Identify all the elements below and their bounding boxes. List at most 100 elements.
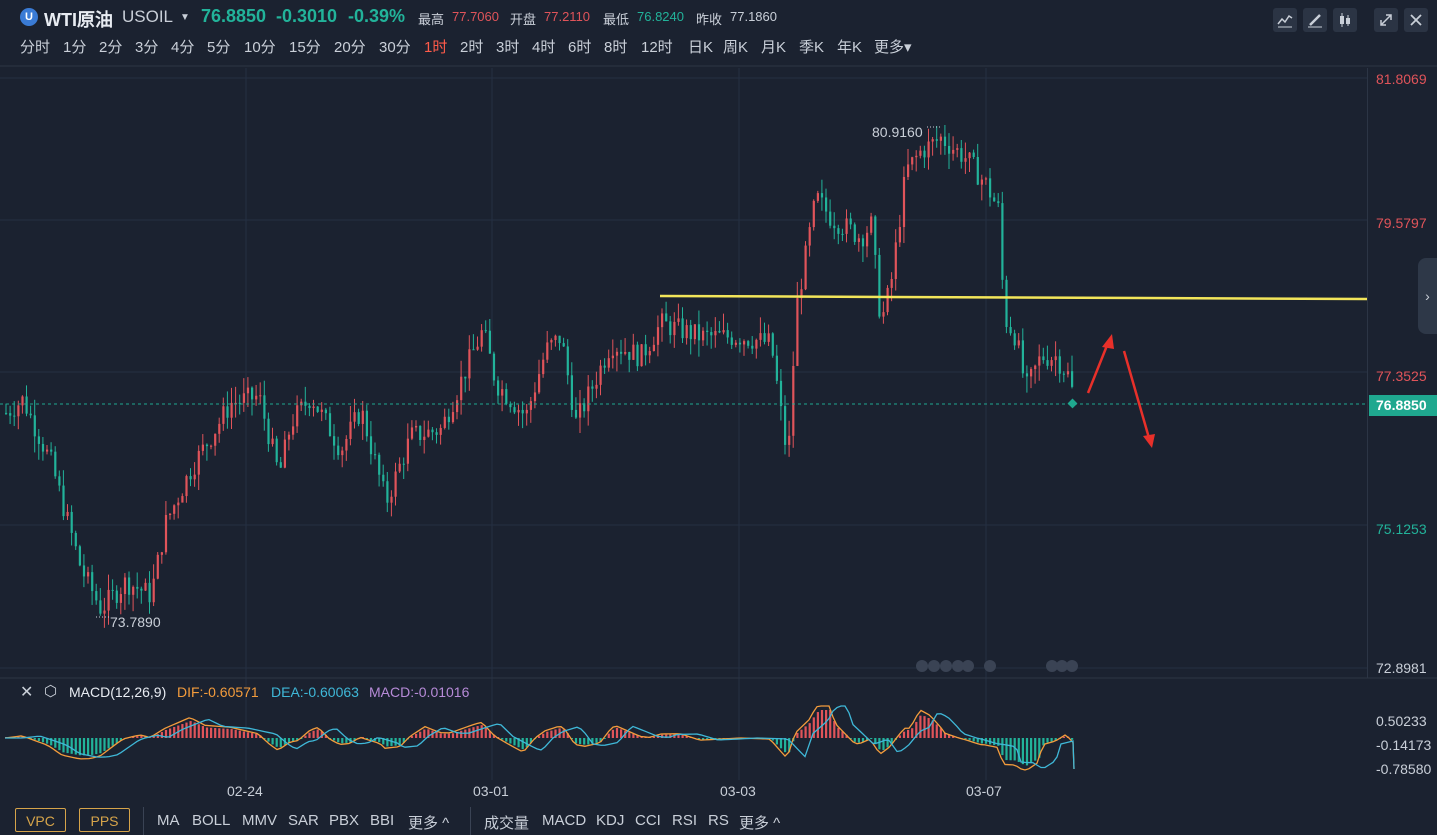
candle-body <box>41 443 45 452</box>
timeframe-19[interactable]: 月K <box>761 36 786 57</box>
pps-button[interactable]: PPS <box>79 808 130 832</box>
macd-bar <box>722 738 725 739</box>
timeframe-12[interactable]: 3时 <box>496 36 519 57</box>
candle-body <box>246 387 250 394</box>
candle-body <box>218 423 221 434</box>
candle-body <box>386 481 389 503</box>
timeframe-22[interactable]: 更多▾ <box>874 36 912 57</box>
macd-bar <box>476 726 479 738</box>
close-indicator-icon[interactable]: ✕ <box>20 682 33 702</box>
macd-bar <box>201 726 204 738</box>
timeframe-0[interactable]: 分时 <box>20 36 50 57</box>
candle-body <box>242 393 245 403</box>
sub-indicator-4[interactable]: RSI <box>672 812 697 829</box>
sub-indicator-5[interactable]: RS <box>708 812 729 829</box>
timeframe-10[interactable]: 1时 <box>424 36 447 57</box>
timeframe-20[interactable]: 季K <box>799 36 824 57</box>
candle-body <box>357 412 360 424</box>
expand-icon[interactable] <box>1374 8 1398 32</box>
candle-body <box>964 158 967 162</box>
sub-indicator-3[interactable]: CCI <box>635 812 661 829</box>
candle-body <box>13 415 16 417</box>
indicator-4[interactable]: PBX <box>329 812 359 829</box>
indicator-3[interactable]: SAR <box>288 812 319 829</box>
indicator-2[interactable]: MMV <box>242 812 277 829</box>
indicator-0[interactable]: MA <box>157 812 180 829</box>
timeframe-1[interactable]: 1分 <box>63 36 86 57</box>
sub-indicator-6[interactable]: 更多 ^ <box>739 812 780 833</box>
draw-pen-icon[interactable] <box>1303 8 1327 32</box>
macd-bar <box>144 736 147 738</box>
timeframe-21[interactable]: 年K <box>837 36 862 57</box>
candlestick-chart[interactable] <box>0 0 1437 835</box>
macd-bar <box>669 734 672 738</box>
line-chart-icon[interactable] <box>1273 8 1297 32</box>
side-panel-toggle-icon[interactable]: › <box>1418 258 1437 334</box>
sub-indicator-2[interactable]: KDJ <box>596 812 624 829</box>
settings-icon[interactable]: ⬡ <box>44 682 57 700</box>
macd-bar <box>1001 738 1004 756</box>
macd-bar <box>685 735 688 738</box>
timeframe-17[interactable]: 日K <box>688 36 713 57</box>
candle-body <box>948 145 951 154</box>
vpc-button[interactable]: VPC <box>15 808 66 832</box>
indicator-5[interactable]: BBI <box>370 812 394 829</box>
timeframe-2[interactable]: 2分 <box>99 36 122 57</box>
candle-body <box>1025 373 1029 377</box>
timeframe-5[interactable]: 5分 <box>207 36 230 57</box>
indicator-bar: VPC PPS MA BOLL MMV SAR PBX BBI 更多 ^ 成交量 MACD KD… <box>0 803 1437 835</box>
timeframe-16[interactable]: 12时 <box>641 36 673 57</box>
macd-bar <box>21 736 24 738</box>
prev-close-label: 昨收 <box>696 12 723 27</box>
sub-indicator-1[interactable]: MACD <box>542 812 586 829</box>
indicator-1[interactable]: BOLL <box>192 812 230 829</box>
candle-body <box>538 374 541 393</box>
timeframe-13[interactable]: 4时 <box>532 36 555 57</box>
timeframe-15[interactable]: 8时 <box>604 36 627 57</box>
macd-bar <box>501 738 504 740</box>
macd-bar <box>488 731 491 738</box>
candle-body <box>365 410 368 437</box>
timeframe-14[interactable]: 6时 <box>568 36 591 57</box>
macd-bar <box>58 738 61 751</box>
candlestick-icon[interactable] <box>1333 8 1357 32</box>
candle-body <box>640 344 643 367</box>
timeframe-7[interactable]: 15分 <box>289 36 321 57</box>
candle-body <box>825 197 828 212</box>
timeframe-6[interactable]: 10分 <box>244 36 276 57</box>
macd-bar <box>759 738 762 739</box>
event-badge <box>1066 660 1078 672</box>
macd-bar <box>1021 738 1024 765</box>
timeframe-18[interactable]: 周K <box>723 36 748 57</box>
macd-bar <box>812 717 815 738</box>
symbol-code[interactable]: USOIL <box>122 7 173 27</box>
symbol-name[interactable]: WTI原油 <box>44 6 113 32</box>
macd-bar <box>50 738 53 746</box>
candle-body <box>177 502 180 506</box>
timeframe-4[interactable]: 4分 <box>171 36 194 57</box>
symbol-dropdown-icon[interactable]: ▼ <box>180 12 190 23</box>
macd-bar <box>656 735 660 738</box>
candle-body <box>968 152 971 159</box>
candle-body <box>54 451 57 477</box>
timeframe-9[interactable]: 30分 <box>379 36 411 57</box>
indicator-6[interactable]: 更多 ^ <box>408 812 449 833</box>
candle-body <box>894 242 897 280</box>
candle-body <box>738 342 742 345</box>
macd-bar <box>788 738 791 753</box>
last-price-dot <box>1067 398 1078 409</box>
close-icon[interactable] <box>1404 8 1428 32</box>
macd-tick: -0.78580 <box>1376 761 1432 777</box>
candle-body <box>410 427 414 439</box>
timeframe-11[interactable]: 2时 <box>460 36 483 57</box>
candle-body <box>29 413 32 416</box>
macd-bar <box>898 735 901 738</box>
candle-body <box>939 136 942 141</box>
macd-header: ✕ ⬡ MACD(12,26,9) DIF:-0.60571 DEA:-0.60… <box>0 682 1367 702</box>
sub-indicator-0[interactable]: 成交量 <box>484 812 529 833</box>
candle-body <box>488 330 491 354</box>
macd-bar <box>218 728 221 738</box>
macd-bar <box>91 738 94 755</box>
timeframe-8[interactable]: 20分 <box>334 36 366 57</box>
timeframe-3[interactable]: 3分 <box>135 36 158 57</box>
